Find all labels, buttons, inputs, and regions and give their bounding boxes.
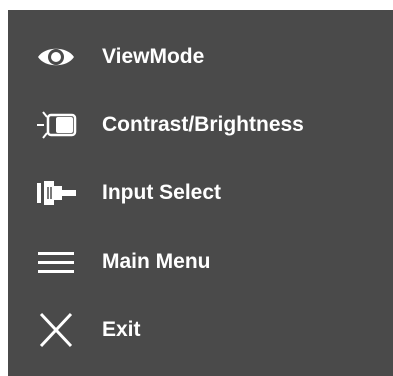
menu-lines-icon bbox=[34, 242, 78, 282]
input-connector-icon bbox=[34, 173, 78, 213]
menu-item-label: Exit bbox=[102, 318, 141, 341]
osd-menu-panel: ViewMode Contrast/Brightness Input Selec… bbox=[8, 10, 393, 376]
menu-item-main-menu[interactable]: Main Menu bbox=[8, 232, 393, 292]
menu-item-viewmode[interactable]: ViewMode bbox=[8, 27, 393, 87]
eye-icon bbox=[34, 37, 78, 77]
menu-item-label: ViewMode bbox=[102, 45, 205, 68]
menu-item-label: Main Menu bbox=[102, 250, 211, 273]
menu-item-label: Contrast/Brightness bbox=[102, 113, 304, 136]
menu-item-exit[interactable]: Exit bbox=[8, 300, 393, 360]
brightness-icon bbox=[34, 105, 78, 145]
menu-item-input-select[interactable]: Input Select bbox=[8, 163, 393, 223]
menu-item-contrast-brightness[interactable]: Contrast/Brightness bbox=[8, 95, 393, 155]
close-icon bbox=[34, 310, 78, 350]
menu-item-label: Input Select bbox=[102, 181, 222, 204]
